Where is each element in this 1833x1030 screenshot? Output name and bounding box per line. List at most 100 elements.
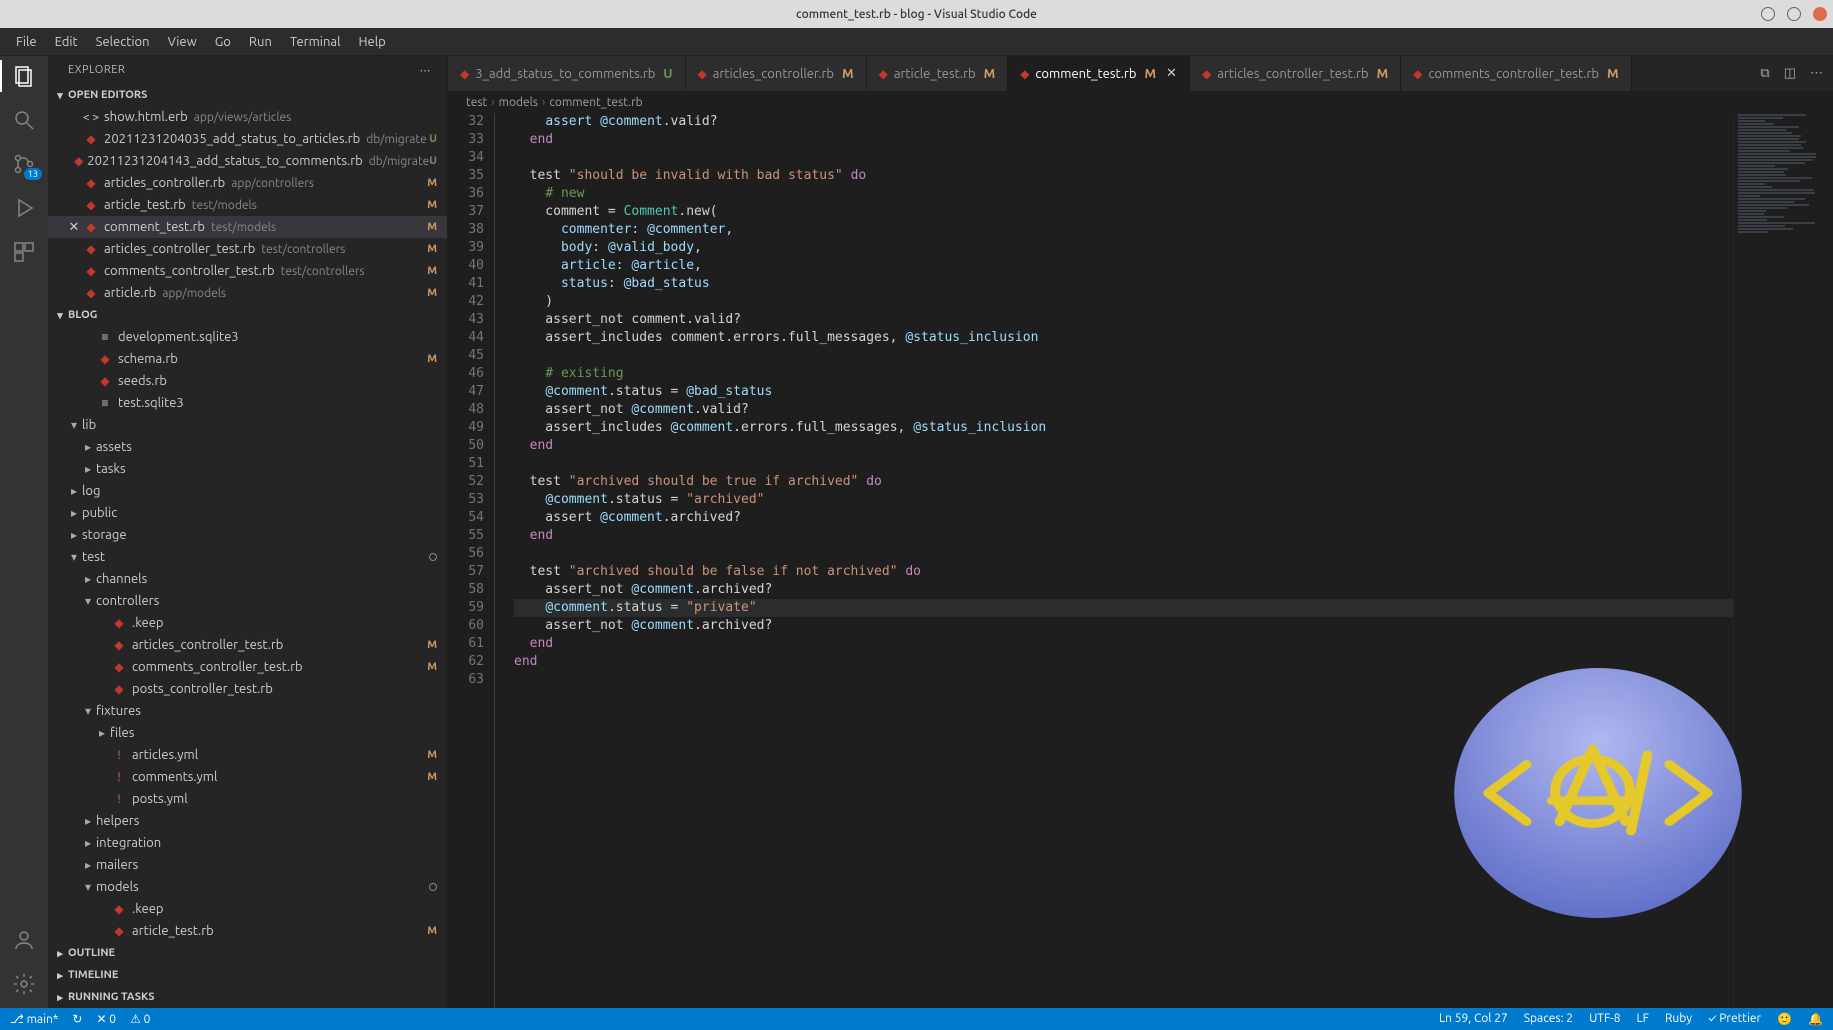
file-item[interactable]: ◆articles_controller_test.rbM <box>48 634 447 656</box>
code-line[interactable]: assert_includes comment.errors.full_mess… <box>514 329 1733 347</box>
minimap[interactable] <box>1733 113 1833 1008</box>
file-item[interactable]: ≡test.sqlite3 <box>48 392 447 414</box>
open-editor-item[interactable]: ✕◆comment_test.rbtest/modelsM <box>48 216 447 238</box>
file-item[interactable]: ◆.keep <box>48 612 447 634</box>
code-line[interactable]: body: @valid_body, <box>514 239 1733 257</box>
compare-icon[interactable]: ⧉ <box>1760 66 1769 81</box>
activity-scm-icon[interactable]: 13 <box>12 152 36 176</box>
file-item[interactable]: ◆posts_controller_test.rb <box>48 678 447 700</box>
code-line[interactable]: @comment.status = "private" <box>514 599 1733 617</box>
code-line[interactable]: assert_not @comment.archived? <box>514 581 1733 599</box>
open-editor-item[interactable]: ◆article_test.rbtest/modelsM <box>48 194 447 216</box>
code-line[interactable]: assert_not @comment.archived? <box>514 617 1733 635</box>
code-line[interactable]: @comment.status = @bad_status <box>514 383 1733 401</box>
file-item[interactable]: ◆article_test.rbM <box>48 920 447 942</box>
file-item[interactable]: ◆comments_controller_test.rbM <box>48 656 447 678</box>
editor-tab[interactable]: ◆comment_test.rbM✕ <box>1008 56 1190 91</box>
code-line[interactable] <box>514 455 1733 473</box>
folder-item[interactable]: ▸storage <box>48 524 447 546</box>
file-item[interactable]: ◆.keep <box>48 898 447 920</box>
code-line[interactable]: end <box>514 437 1733 455</box>
status-eol[interactable]: LF <box>1637 1012 1649 1026</box>
editor-tab[interactable]: ◆articles_controller.rbM <box>686 56 867 91</box>
menu-edit[interactable]: Edit <box>47 31 86 53</box>
code-line[interactable]: assert_includes @comment.errors.full_mes… <box>514 419 1733 437</box>
folder-item[interactable]: ▸channels <box>48 568 447 590</box>
open-editor-item[interactable]: ◆20211231204035_add_status_to_articles.r… <box>48 128 447 150</box>
status-lncol[interactable]: Ln 59, Col 27 <box>1439 1012 1508 1026</box>
file-item[interactable]: !articles.ymlM <box>48 744 447 766</box>
code-line[interactable]: end <box>514 527 1733 545</box>
editor-tab[interactable]: ◆3_add_status_to_comments.rbU <box>448 56 686 91</box>
close-icon[interactable]: ✕ <box>1166 66 1177 81</box>
menu-terminal[interactable]: Terminal <box>282 31 349 53</box>
folder-item[interactable]: ▸files <box>48 722 447 744</box>
folder-item[interactable]: ▾models <box>48 876 447 898</box>
file-item[interactable]: !comments.ymlM <box>48 766 447 788</box>
code-line[interactable]: end <box>514 635 1733 653</box>
editor-tab[interactable]: ◆articles_controller_test.rbM <box>1190 56 1401 91</box>
open-editor-item[interactable]: ◆articles_controller.rbapp/controllersM <box>48 172 447 194</box>
folder-item[interactable]: ▸helpers <box>48 810 447 832</box>
folder-item[interactable]: ▾test <box>48 546 447 568</box>
file-item[interactable]: ◆seeds.rb <box>48 370 447 392</box>
close-button[interactable] <box>1813 7 1827 21</box>
code-line[interactable]: assert_not comment.valid? <box>514 311 1733 329</box>
code-line[interactable]: # existing <box>514 365 1733 383</box>
more-icon[interactable] <box>1810 66 1823 81</box>
fold-bar[interactable] <box>494 113 510 1008</box>
open-editors-header[interactable]: OPEN EDITORS <box>48 84 447 106</box>
open-editor-item[interactable]: ◆article.rbapp/modelsM <box>48 282 447 304</box>
status-feedback-icon[interactable]: 🙂 <box>1777 1012 1792 1026</box>
settings-icon[interactable] <box>12 972 36 996</box>
account-icon[interactable] <box>12 928 36 952</box>
status-errors[interactable]: ✕ 0 <box>96 1012 116 1026</box>
menubar[interactable]: FileEditSelectionViewGoRunTerminalHelp <box>0 28 1833 56</box>
code-line[interactable]: test "should be invalid with bad status"… <box>514 167 1733 185</box>
editor-tab[interactable]: ◆comments_controller_test.rbM <box>1401 56 1631 91</box>
breadcrumb-item[interactable]: test <box>466 96 487 109</box>
menu-help[interactable]: Help <box>350 31 393 53</box>
activity-explorer-icon[interactable] <box>12 64 36 88</box>
menu-selection[interactable]: Selection <box>88 31 158 53</box>
file-item[interactable]: ◆schema.rbM <box>48 348 447 370</box>
activity-search-icon[interactable] <box>12 108 36 132</box>
folder-item[interactable]: ▾lib <box>48 414 447 436</box>
breadcrumb[interactable]: test›models›comment_test.rb <box>448 91 1833 113</box>
timeline-header[interactable]: TIMELINE <box>48 964 447 986</box>
editor-body[interactable]: 3233343536373839404142434445464748495051… <box>448 113 1833 1008</box>
folder-item[interactable]: ▸tasks <box>48 458 447 480</box>
code-line[interactable]: # new <box>514 185 1733 203</box>
split-editor-icon[interactable]: ◫ <box>1784 66 1796 81</box>
status-warnings[interactable]: ⚠ 0 <box>130 1012 150 1026</box>
folder-item[interactable]: ▾fixtures <box>48 700 447 722</box>
folder-item[interactable]: ▸mailers <box>48 854 447 876</box>
status-encoding[interactable]: UTF-8 <box>1589 1012 1620 1026</box>
open-editor-item[interactable]: ◆articles_controller_test.rbtest/control… <box>48 238 447 260</box>
status-spaces[interactable]: Spaces: 2 <box>1524 1012 1573 1026</box>
open-editor-item[interactable]: ◆20211231204143_add_status_to_comments.r… <box>48 150 447 172</box>
code-line[interactable]: test "archived should be false if not ar… <box>514 563 1733 581</box>
code-line[interactable]: assert @comment.archived? <box>514 509 1733 527</box>
menu-run[interactable]: Run <box>241 31 280 53</box>
open-editor-item[interactable]: ◆comments_controller_test.rbtest/control… <box>48 260 447 282</box>
breadcrumb-item[interactable]: comment_test.rb <box>549 96 642 109</box>
file-item[interactable]: !posts.yml <box>48 788 447 810</box>
open-editor-item[interactable]: < >show.html.erbapp/views/articles <box>48 106 447 128</box>
running-tasks-header[interactable]: RUNNING TASKS <box>48 986 447 1008</box>
editor-tab[interactable]: ◆article_test.rbM <box>867 56 1009 91</box>
code-line[interactable]: assert @comment.valid? <box>514 113 1733 131</box>
folder-item[interactable]: ▾controllers <box>48 590 447 612</box>
status-formatter[interactable]: ✓ Prettier <box>1708 1012 1761 1026</box>
explorer-more-icon[interactable] <box>420 64 432 77</box>
minimize-button[interactable] <box>1761 7 1775 21</box>
code-line[interactable] <box>514 149 1733 167</box>
activity-extensions-icon[interactable] <box>12 240 36 264</box>
code-line[interactable]: test "archived should be true if archive… <box>514 473 1733 491</box>
code-line[interactable]: ) <box>514 293 1733 311</box>
status-bell-icon[interactable]: 🔔 <box>1808 1012 1823 1026</box>
code-line[interactable]: end <box>514 653 1733 671</box>
code-line[interactable]: status: @bad_status <box>514 275 1733 293</box>
code-line[interactable]: assert_not @comment.valid? <box>514 401 1733 419</box>
status-sync-icon[interactable]: ↻ <box>72 1012 82 1026</box>
